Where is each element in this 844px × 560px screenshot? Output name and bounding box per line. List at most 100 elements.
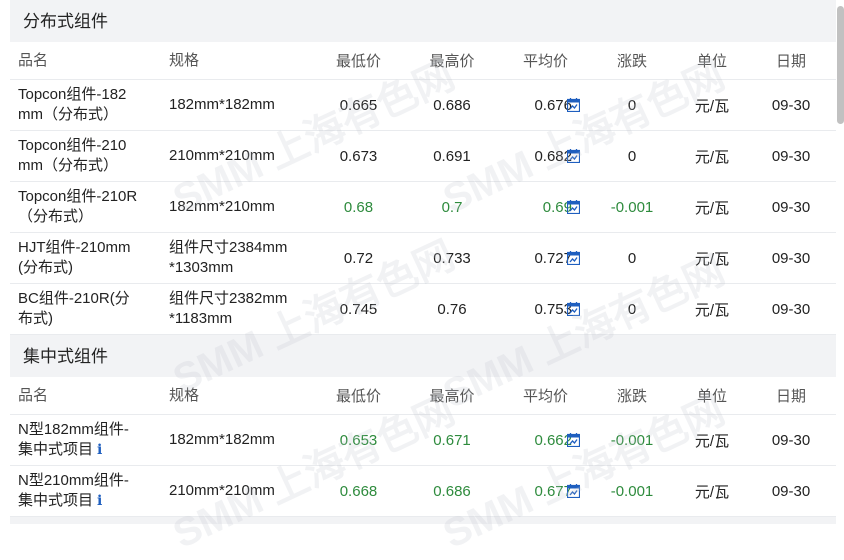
spec-line: 182mm*210mm [169, 198, 275, 215]
calendar-chart-icon[interactable] [566, 98, 581, 113]
low-price: 0.68 [343, 198, 374, 216]
calendar-chart-icon[interactable] [566, 484, 581, 499]
low-price: 0.653 [339, 431, 378, 449]
date: 09-30 [771, 431, 811, 449]
spec-cell: 组件尺寸2382mm *1183mm [160, 289, 310, 329]
product-name-text: 集中式项目 [18, 441, 94, 458]
column-header-row: 品名 规格 最低价 最高价 平均价 涨跌 单位 日期 [10, 42, 836, 80]
calendar-chart-icon[interactable] [566, 251, 581, 266]
product-name[interactable]: BC组件-210R(分 布式) [10, 289, 160, 329]
low-price: 0.673 [339, 147, 378, 165]
spec-line: 182mm*182mm [169, 431, 275, 448]
product-name-text: （分布式） [18, 208, 94, 225]
column-header: 规格 [169, 51, 200, 69]
high-price: 0.671 [433, 431, 471, 449]
high-price: 0.76 [437, 300, 467, 318]
spec-line: 组件尺寸2384mm [169, 239, 288, 256]
product-name-text: mm（分布式） [18, 157, 118, 174]
avg-price-cell: 0.677 [497, 483, 587, 500]
column-header: 最低价 [335, 388, 381, 405]
calendar-chart-icon[interactable] [566, 149, 581, 164]
high-price: 0.733 [433, 249, 471, 267]
product-name[interactable]: N型182mm组件- 集中式项目 i [10, 420, 160, 460]
product-name-line: mm（分布式） [18, 156, 160, 176]
spec-line: *1303mm [169, 259, 234, 276]
section-title: 分布式组件 [10, 0, 836, 42]
column-header: 规格 [169, 386, 200, 404]
product-name[interactable]: Topcon组件-210R （分布式） [10, 187, 160, 227]
column-header: 日期 [775, 388, 806, 405]
product-name-line: Topcon组件-210 [18, 137, 127, 154]
column-header-row: 品名 规格 最低价 最高价 平均价 涨跌 单位 日期 [10, 377, 836, 415]
spec-line: 182mm*182mm [169, 96, 275, 113]
unit: 元/瓦 [694, 148, 730, 166]
product-name-line: (分布式) [18, 258, 160, 278]
table-row[interactable]: HJT组件-210mm (分布式) 组件尺寸2384mm *1303mm 0.72 0.7… [10, 233, 836, 284]
avg-price-cell: 0.69 [497, 199, 587, 216]
avg-price: 0.753 [534, 300, 572, 318]
column-header: 平均价 [523, 53, 569, 70]
product-name[interactable]: HJT组件-210mm (分布式) [10, 238, 160, 278]
price-change: -0.001 [610, 431, 654, 449]
avg-price-cell: 0.682 [497, 148, 587, 165]
avg-price-cell: 0.727 [497, 250, 587, 267]
column-header: 单位 [696, 53, 727, 70]
scrollbar[interactable] [837, 6, 844, 124]
price-change: 0 [627, 300, 637, 318]
calendar-chart-icon[interactable] [566, 302, 581, 317]
table-row[interactable]: Topcon组件-182 mm（分布式） 182mm*182mm 0.665 0.686… [10, 80, 836, 131]
spec-cell: 182mm*210mm [160, 197, 310, 217]
product-name-text: 布式) [18, 310, 53, 327]
product-name-line: HJT组件-210mm [18, 239, 131, 256]
table-row[interactable]: Topcon组件-210 mm（分布式） 210mm*210mm 0.673 0.691… [10, 131, 836, 182]
info-icon[interactable]: i [97, 442, 102, 458]
date: 09-30 [771, 198, 811, 216]
column-header: 涨跌 [616, 388, 647, 405]
date: 09-30 [771, 147, 811, 165]
price-change: -0.001 [610, 482, 654, 500]
price-change: 0 [627, 147, 637, 165]
date: 09-30 [771, 482, 811, 500]
spec-line: 210mm*210mm [169, 147, 275, 164]
unit: 元/瓦 [694, 301, 730, 319]
low-price: 0.665 [339, 96, 378, 114]
product-name-line: Topcon组件-182 [18, 86, 127, 103]
price-table: 分布式组件 品名 规格 最低价 最高价 平均价 涨跌 单位 日期 Topcon组件-182 mm（分… [10, 0, 836, 524]
high-price: 0.686 [433, 96, 471, 114]
avg-price-cell: 0.662 [497, 432, 587, 449]
product-name-line: （分布式） [18, 207, 160, 227]
price-change: 0 [627, 96, 637, 114]
avg-price: 0.677 [534, 482, 572, 500]
table-row[interactable]: N型210mm组件- 集中式项目 i 210mm*210mm 0.668 0.686 0.6… [10, 466, 836, 517]
column-header: 平均价 [523, 388, 569, 405]
table-row[interactable]: BC组件-210R(分 布式) 组件尺寸2382mm *1183mm 0.745 0.76… [10, 284, 836, 335]
column-header: 品名 [18, 51, 49, 69]
spec-line: *1183mm [169, 310, 233, 327]
product-name[interactable]: Topcon组件-210 mm（分布式） [10, 136, 160, 176]
column-header: 最低价 [335, 53, 381, 70]
avg-price: 0.69 [542, 198, 572, 216]
avg-price: 0.682 [534, 147, 572, 165]
product-name-line: 布式) [18, 309, 160, 329]
unit: 元/瓦 [694, 97, 730, 115]
table-row[interactable]: Topcon组件-210R （分布式） 182mm*210mm 0.68 0.7 0.69… [10, 182, 836, 233]
column-header: 涨跌 [616, 53, 647, 70]
product-name-text: 集中式项目 [18, 492, 94, 509]
product-name[interactable]: N型210mm组件- 集中式项目 i [10, 471, 160, 511]
column-header: 最高价 [429, 53, 475, 70]
product-name-line: mm（分布式） [18, 105, 160, 125]
info-icon[interactable]: i [97, 493, 102, 509]
product-name[interactable]: Topcon组件-182 mm（分布式） [10, 85, 160, 125]
column-header: 最高价 [429, 388, 475, 405]
price-change: -0.001 [610, 198, 654, 216]
product-name-line: 集中式项目 i [18, 491, 160, 511]
high-price: 0.7 [441, 198, 463, 216]
calendar-chart-icon[interactable] [566, 433, 581, 448]
avg-price: 0.662 [534, 431, 572, 449]
table-row[interactable]: N型182mm组件- 集中式项目 i 182mm*182mm 0.653 0.671 0.6… [10, 415, 836, 466]
low-price: 0.72 [343, 249, 374, 267]
calendar-chart-icon[interactable] [566, 200, 581, 215]
low-price: 0.668 [339, 482, 378, 500]
price-change: 0 [627, 249, 637, 267]
date: 09-30 [771, 249, 811, 267]
